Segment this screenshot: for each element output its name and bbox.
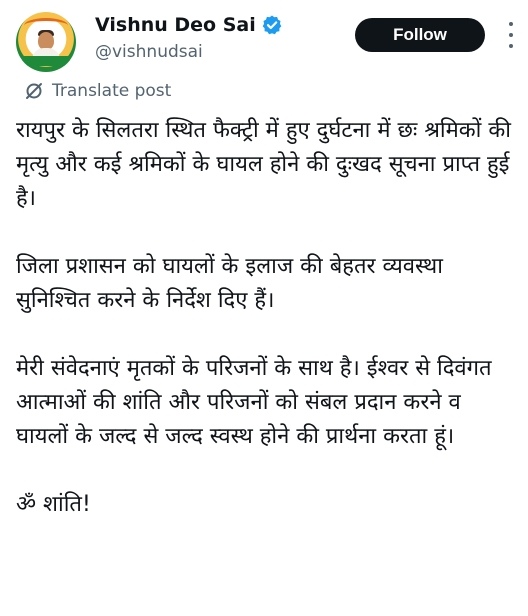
verified-badge-icon <box>261 14 283 36</box>
avatar[interactable] <box>16 12 76 72</box>
author-handle[interactable]: @vishnudsai <box>95 42 203 62</box>
post-text: रायपुर के सिलतरा स्थित फैक्ट्री में हुए … <box>16 114 514 522</box>
post-paragraph: जिला प्रशासन को घायलों के इलाज की बेहतर … <box>16 254 443 313</box>
post-header: Vishnu Deo Sai @vishnudsai Follow <box>0 0 528 80</box>
author-name[interactable]: Vishnu Deo Sai <box>95 14 256 36</box>
more-options-icon[interactable] <box>499 22 523 48</box>
translate-slash-icon <box>24 81 44 101</box>
translate-post-link[interactable]: Translate post <box>24 80 171 102</box>
avatar-ribbon <box>22 56 70 66</box>
post-paragraph: मेरी संवेदनाएं मृतकों के परिजनों के साथ … <box>16 356 492 449</box>
author-name-row[interactable]: Vishnu Deo Sai <box>95 14 283 36</box>
more-dot <box>509 44 513 48</box>
post-paragraph: ॐ शांति! <box>16 492 91 517</box>
follow-button[interactable]: Follow <box>355 18 485 52</box>
more-dot <box>509 33 513 37</box>
translate-post-label[interactable]: Translate post <box>52 80 171 102</box>
post-paragraph: रायपुर के सिलतरा स्थित फैक्ट्री में हुए … <box>16 118 511 211</box>
more-dot <box>509 22 513 26</box>
